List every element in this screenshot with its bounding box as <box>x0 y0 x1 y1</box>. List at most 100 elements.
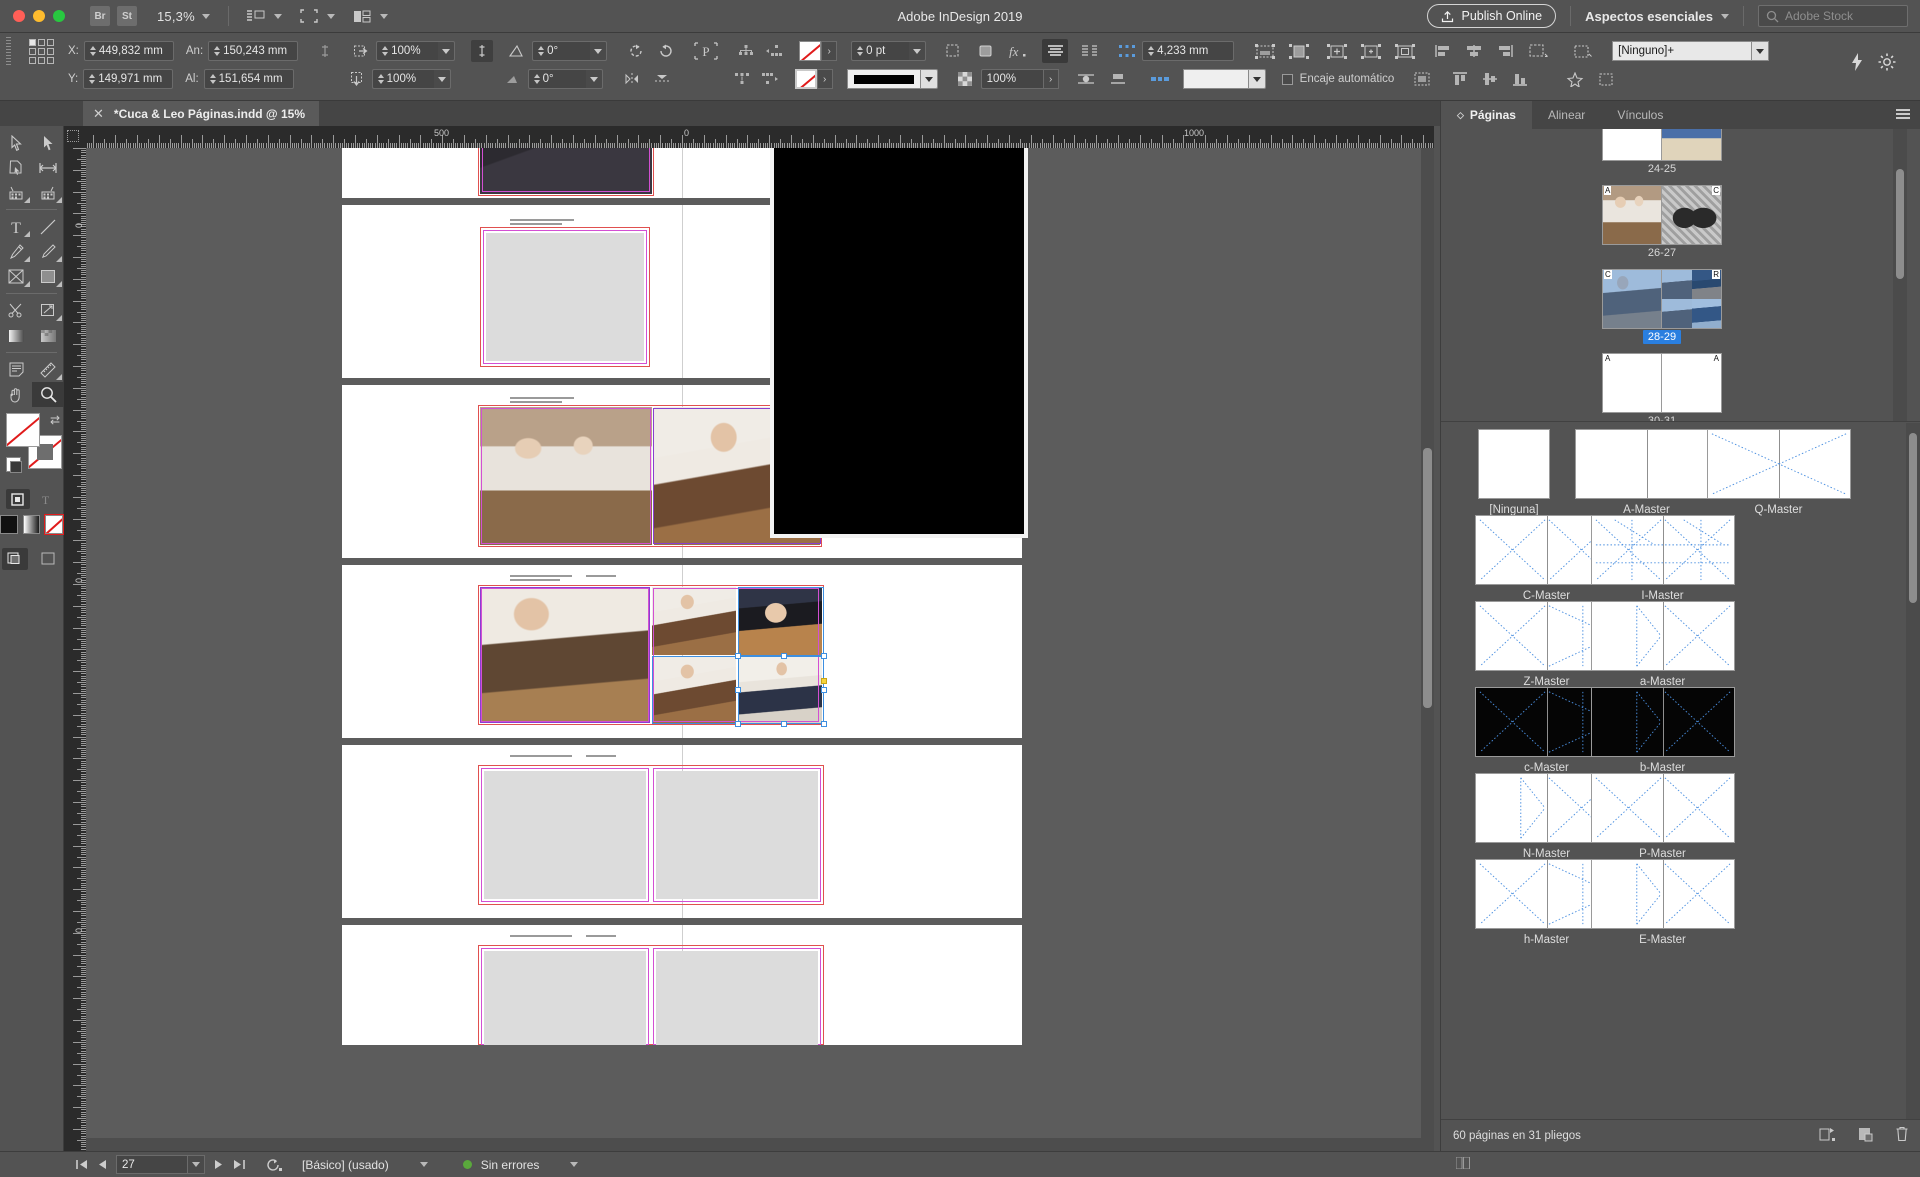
fit-frame-to-content-icon[interactable] <box>1358 40 1384 62</box>
object-style-field[interactable]: [Ninguno]+ <box>1612 41 1753 61</box>
stroke-type-swatch[interactable] <box>846 69 921 89</box>
adobe-stock-search[interactable]: Adobe Stock <box>1758 5 1908 27</box>
spread-blank-3[interactable] <box>342 925 1022 1045</box>
flip-horizontal-icon[interactable] <box>621 68 643 90</box>
rotation-input[interactable]: 0° <box>532 41 591 61</box>
stroke-type-dropdown[interactable] <box>920 69 938 89</box>
spread-item-30-31[interactable]: A A 30-31 <box>1602 353 1722 421</box>
text-wrap-none-icon[interactable] <box>735 40 757 62</box>
page-number-input[interactable]: 27 <box>116 1155 188 1174</box>
previous-spread-icon[interactable] <box>98 1159 107 1170</box>
spread-item-24-25[interactable]: 24-25 <box>1602 129 1722 175</box>
align-vertical-center-icon[interactable] <box>1478 68 1502 90</box>
frame-tool[interactable] <box>0 264 32 289</box>
rotation-dropdown[interactable] <box>590 41 608 61</box>
panel-menu-icon[interactable] <box>1896 109 1910 121</box>
shear-dropdown[interactable] <box>585 69 603 89</box>
y-position-input[interactable]: 149,971 mm <box>83 69 174 89</box>
ruler-origin[interactable] <box>64 126 86 148</box>
window-controls[interactable] <box>0 10 65 22</box>
normal-view-mode-icon[interactable] <box>1 548 28 570</box>
note-tool[interactable] <box>0 357 32 382</box>
master-page-item[interactable]: I-Master <box>1575 515 1750 602</box>
document-canvas[interactable] <box>86 148 1434 1151</box>
shear-stepper[interactable] <box>533 74 540 84</box>
spread-item-26-27[interactable]: A C 26-27 <box>1602 185 1722 259</box>
zoom-tool[interactable] <box>32 382 64 407</box>
selection-handle[interactable] <box>735 653 741 659</box>
first-spread-icon[interactable] <box>76 1159 89 1170</box>
new-page-icon[interactable] <box>1858 1127 1873 1145</box>
vertical-align-bottom-icon[interactable] <box>1107 68 1129 90</box>
scale-x-dropdown[interactable] <box>438 41 456 61</box>
rotation-stepper[interactable] <box>538 46 545 56</box>
fit-content-to-frame-icon[interactable] <box>1392 40 1418 62</box>
gap-icon[interactable] <box>1116 40 1138 62</box>
align-left-icon[interactable] <box>1432 40 1456 62</box>
apply-none-icon[interactable] <box>44 514 64 535</box>
selection-handle-active[interactable] <box>821 678 827 684</box>
center-content-icon[interactable] <box>1324 40 1350 62</box>
text-columns-icon[interactable] <box>1076 40 1102 62</box>
publish-online-button[interactable]: Publish Online <box>1427 4 1557 28</box>
text-wrap-bounding-icon[interactable] <box>731 68 753 90</box>
master-page-item[interactable]: [Ninguna] <box>1459 429 1569 516</box>
canvas-horizontal-scrollbar[interactable] <box>86 1138 1421 1151</box>
scale-y-dropdown[interactable] <box>433 69 451 89</box>
object-style-dropdown[interactable] <box>1752 41 1770 61</box>
select-content-icon[interactable] <box>1570 40 1596 62</box>
width-input[interactable]: 150,243 mm <box>208 41 299 61</box>
content-collector-tool[interactable] <box>0 180 32 205</box>
gap-stepper[interactable] <box>1148 46 1155 56</box>
gradient-feather-tool[interactable] <box>32 323 64 348</box>
scale-x-stepper[interactable] <box>382 46 389 56</box>
autofit-checkbox[interactable] <box>1281 73 1293 85</box>
selection-handle[interactable] <box>735 687 741 693</box>
shear-angle-icon[interactable] <box>501 68 523 90</box>
error-status-dropdown[interactable] <box>570 1162 579 1167</box>
chevron-down-icon[interactable] <box>201 13 210 19</box>
canvas-empty-frame[interactable] <box>484 771 646 899</box>
preflight-profile-dropdown[interactable] <box>419 1162 428 1167</box>
default-fill-stroke-icon[interactable] <box>6 457 22 473</box>
shear-icon[interactable] <box>505 40 527 62</box>
x-stepper[interactable] <box>89 46 96 56</box>
measure-tool[interactable] <box>32 357 64 382</box>
rotate-90-cw-icon[interactable] <box>625 40 647 62</box>
format-affects-container-icon[interactable] <box>5 489 30 509</box>
gap-tool[interactable] <box>32 155 64 180</box>
opacity-dropdown[interactable]: › <box>1042 69 1059 89</box>
workspace-switcher[interactable]: Aspectos esenciales <box>1585 9 1729 24</box>
stroke-weight-stepper[interactable] <box>857 46 864 56</box>
master-list-scrollbar[interactable] <box>1906 423 1920 1119</box>
document-grid-icon[interactable] <box>1455 1156 1470 1172</box>
page-tool[interactable] <box>0 155 32 180</box>
opacity-icon[interactable] <box>954 68 976 90</box>
horizontal-ruler[interactable]: 500 0 1000 <box>86 126 1434 148</box>
tab-alinear[interactable]: Alinear <box>1532 101 1601 129</box>
master-page-item[interactable]: b-Master <box>1575 687 1750 774</box>
tab-vinculos[interactable]: Vínculos <box>1601 101 1679 129</box>
height-input[interactable]: 151,654 mm <box>203 69 294 89</box>
gap-input[interactable]: 4,233 mm <box>1142 41 1235 61</box>
tab-paginas[interactable]: ◇ Páginas <box>1441 101 1532 129</box>
delete-page-icon[interactable] <box>1895 1126 1909 1145</box>
selection-handle[interactable] <box>821 653 827 659</box>
height-stepper[interactable] <box>209 74 216 84</box>
arrange-documents-icon[interactable] <box>351 5 373 27</box>
master-pages-list[interactable]: [Ninguna] A-Master Q-Master C-Master I-Maste… <box>1441 423 1907 1043</box>
gap-color-swatch[interactable] <box>1182 69 1249 89</box>
minimize-window-button[interactable] <box>33 10 45 22</box>
close-icon[interactable]: ✕ <box>93 106 104 122</box>
align-top-icon[interactable] <box>1448 68 1472 90</box>
line-tool[interactable] <box>32 214 64 239</box>
frame-fitting-icon[interactable]: P <box>689 40 723 62</box>
apply-gradient-icon[interactable] <box>22 515 41 534</box>
lightning-icon[interactable] <box>1846 51 1868 73</box>
scale-y-input[interactable]: 100% <box>371 69 434 89</box>
frame-options-icon[interactable] <box>942 40 964 62</box>
canvas-vertical-scrollbar[interactable] <box>1421 148 1434 1151</box>
master-page-thumbnail[interactable] <box>1590 515 1735 585</box>
selection-tool[interactable] <box>0 130 32 155</box>
master-page-thumbnail[interactable] <box>1590 773 1735 843</box>
